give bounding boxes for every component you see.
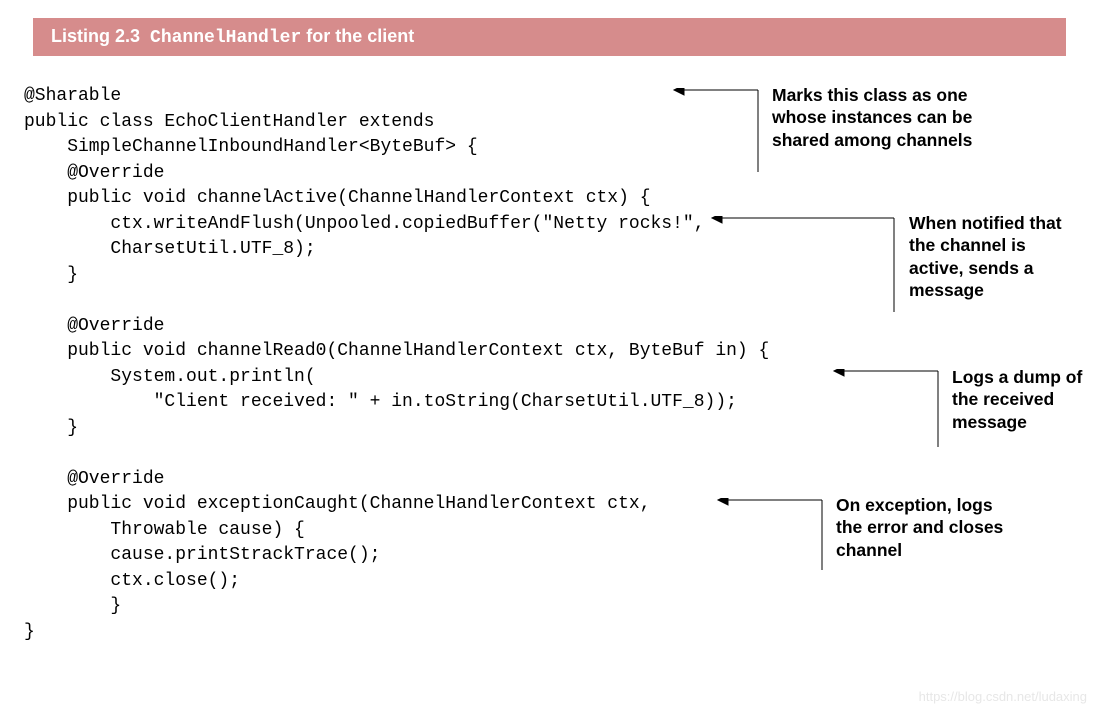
code-line: cause.printStrackTrace();	[24, 545, 380, 565]
callout-text: Marks this class as one whose instances …	[772, 84, 1007, 151]
code-line: ctx.close();	[24, 571, 240, 591]
callout-arrow-icon	[700, 498, 830, 578]
code-line: }	[24, 418, 78, 438]
callout-arrow-icon	[816, 369, 946, 455]
listing-number: Listing 2.3	[51, 26, 140, 46]
callout-arrow-icon	[656, 88, 766, 178]
code-line: Throwable cause) {	[24, 520, 305, 540]
code-line: CharsetUtil.UTF_8);	[24, 239, 316, 259]
code-line: public void channelActive(ChannelHandler…	[24, 188, 651, 208]
code-line: }	[24, 265, 78, 285]
callout-arrow-icon	[694, 216, 904, 318]
code-line: SimpleChannelInboundHandler<ByteBuf> {	[24, 137, 478, 157]
code-line: public void exceptionCaught(ChannelHandl…	[24, 494, 651, 514]
code-line: public void channelRead0(ChannelHandlerC…	[24, 341, 769, 361]
code-line: @Override	[24, 163, 164, 183]
callout-text: On exception, logs the error and closes …	[836, 494, 1021, 561]
code-line: @Override	[24, 316, 164, 336]
code-line: ctx.writeAndFlush(Unpooled.copiedBuffer(…	[24, 214, 705, 234]
content-area: @Sharable public class EchoClientHandler…	[24, 84, 1099, 645]
code-line: public class EchoClientHandler extends	[24, 112, 434, 132]
watermark: https://blog.csdn.net/ludaxing	[919, 689, 1087, 704]
listing-title-suffix: for the client	[301, 26, 414, 46]
code-line: @Sharable	[24, 86, 121, 106]
listing-code-name: ChannelHandler	[150, 28, 301, 48]
code-line: "Client received: " + in.toString(Charse…	[24, 392, 737, 412]
code-line: @Override	[24, 469, 164, 489]
listing-header: Listing 2.3 ChannelHandler for the clien…	[33, 18, 1066, 56]
callout-text: Logs a dump of the received message	[952, 366, 1097, 433]
callout-text: When notified that the channel is active…	[909, 212, 1079, 302]
code-line: System.out.println(	[24, 367, 316, 387]
code-line: }	[24, 596, 121, 616]
code-line: }	[24, 622, 35, 642]
